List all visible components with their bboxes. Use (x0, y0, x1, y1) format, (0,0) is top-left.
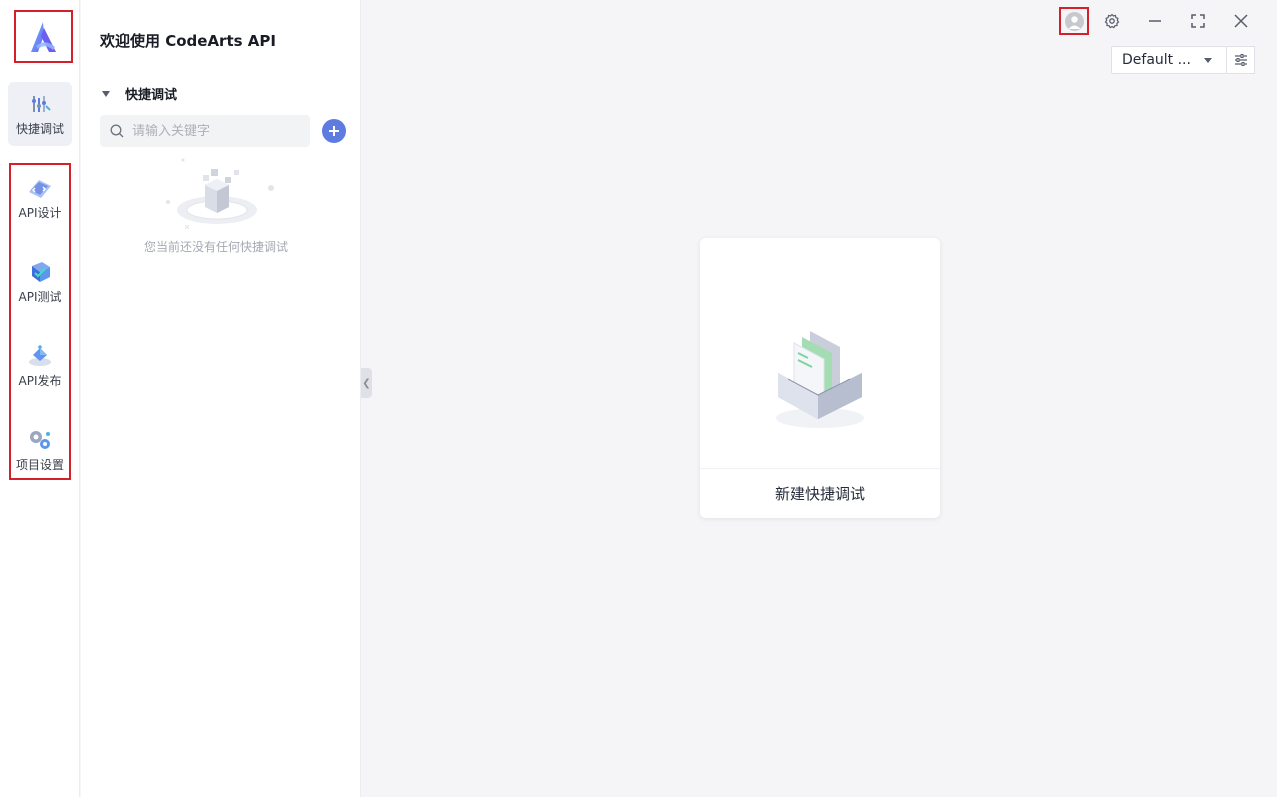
minimize-icon (1149, 20, 1161, 22)
user-icon (1068, 15, 1080, 29)
section-label: 快捷调试 (125, 88, 178, 103)
codearts-logo-icon (30, 21, 56, 52)
sliders-icon (1234, 54, 1247, 66)
api-design-icon (26, 176, 54, 200)
rail-item-label: API发布 (18, 373, 62, 388)
search-input[interactable] (132, 123, 292, 139)
quick-debug-icon (26, 92, 54, 116)
rail-item-label: 项目设置 (15, 457, 64, 472)
user-avatar-button[interactable] (1059, 7, 1089, 35)
app-logo[interactable] (14, 10, 73, 63)
minimize-button[interactable] (1142, 8, 1168, 34)
rail-item-project-settings[interactable]: 项目设置 (8, 418, 72, 482)
collapse-panel-handle[interactable]: ❮ (361, 368, 372, 398)
api-publish-icon (26, 344, 54, 368)
add-button[interactable] (322, 119, 346, 143)
rail-item-api-design[interactable]: API设计 (8, 166, 72, 230)
rail-item-quick-debug[interactable]: 快捷调试 (8, 82, 72, 146)
nav-rail: 快捷调试 API设计 API测试 API发布 项目设置 (0, 0, 80, 797)
new-quick-debug-card[interactable]: 新建快捷调试 (700, 238, 940, 518)
section-header-quick-debug[interactable]: 快捷调试 (100, 84, 177, 103)
chevron-down-icon (1204, 58, 1212, 63)
gear-icon (1104, 13, 1120, 29)
rail-item-api-test[interactable]: API测试 (8, 250, 72, 314)
rail-item-label: API测试 (18, 289, 62, 304)
chevron-left-icon: ❮ (362, 377, 371, 389)
side-panel: 欢迎使用 CodeArts API 快捷调试 请输入关键字 您当前还没有任何快捷… (81, 0, 361, 797)
card-divider (700, 468, 940, 469)
project-settings-icon (26, 428, 54, 452)
environment-select-value: Default ... (1122, 52, 1191, 68)
search-icon (110, 124, 124, 138)
avatar (1064, 11, 1084, 31)
maximize-button[interactable] (1185, 8, 1211, 34)
environment-select[interactable]: Default ... (1111, 46, 1227, 74)
empty-state-text: 您当前还没有任何快捷调试 (143, 240, 288, 254)
rail-item-label: API设计 (18, 205, 62, 220)
settings-button[interactable] (1099, 8, 1125, 34)
fullscreen-icon (1191, 14, 1205, 28)
caret-down-icon (102, 90, 110, 97)
environment-settings-button[interactable] (1227, 46, 1255, 74)
api-test-icon (26, 260, 54, 284)
rail-item-api-publish[interactable]: API发布 (8, 334, 72, 398)
folder-illustration (770, 323, 870, 433)
card-label: 新建快捷调试 (774, 485, 865, 503)
plus-icon (329, 126, 339, 136)
empty-state-illustration (153, 155, 281, 235)
close-button[interactable] (1228, 8, 1254, 34)
search-box (100, 115, 310, 147)
panel-title: 欢迎使用 CodeArts API (100, 32, 276, 50)
rail-item-label: 快捷调试 (15, 121, 64, 136)
close-icon (1234, 14, 1248, 28)
